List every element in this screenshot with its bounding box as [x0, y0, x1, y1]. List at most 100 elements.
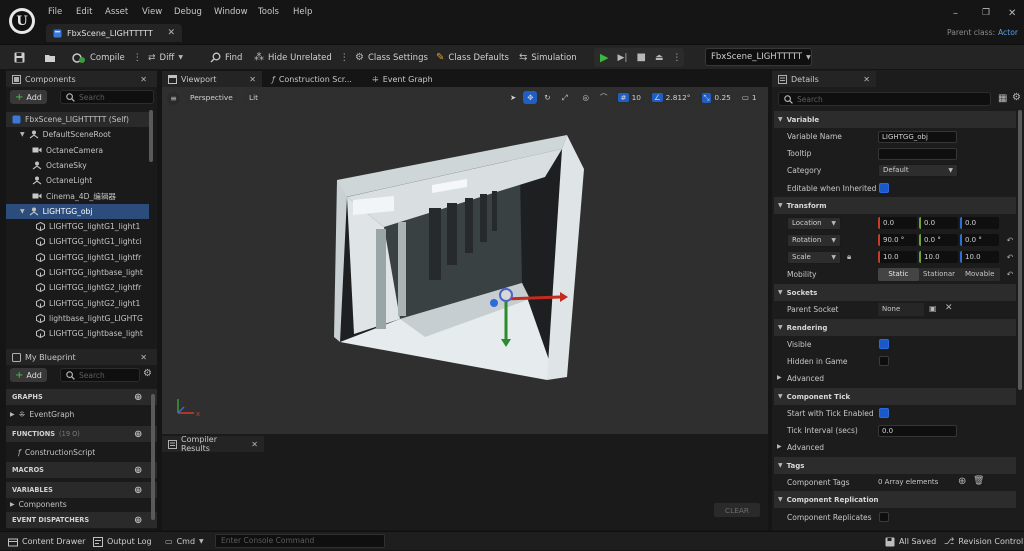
tab-construction-script[interactable]: ƒ Construction Scr... [266, 71, 358, 87]
blueprint-search-input[interactable]: Search [60, 368, 140, 382]
rendering-advanced-row[interactable]: ▶ Advanced [774, 370, 1016, 387]
scale-mode-select[interactable]: Scale ▼ [787, 251, 841, 264]
sockets-section-header[interactable]: ▼ Sockets [774, 284, 1016, 301]
variable-section-header[interactable]: ▼ Variable [774, 111, 1016, 128]
component-item[interactable]: ▼ DefaultSceneRoot [6, 127, 149, 142]
menu-debug[interactable]: Debug [174, 7, 202, 17]
rotation-x-field[interactable]: 90.0 ° [878, 234, 917, 246]
hidden-in-game-checkbox[interactable] [879, 356, 889, 366]
components-scrollbar[interactable] [149, 110, 153, 162]
asset-tab[interactable]: FbxScene_LIGHTTTTT ✕ [46, 24, 182, 42]
step-icon[interactable]: ▶| [617, 53, 627, 63]
components-tab[interactable]: Components ✕ [6, 71, 157, 87]
section-event-dispatchers[interactable]: EVENT DISPATCHERS ⊕ [6, 512, 157, 528]
collapse-arrow-icon[interactable]: ▼ [20, 208, 25, 215]
transform-section-header[interactable]: ▼ Transform [774, 197, 1016, 214]
close-tab-icon[interactable]: ✕ [140, 75, 147, 84]
add-component-button[interactable]: + Add [10, 90, 47, 104]
add-circle-icon[interactable]: ⊕ [134, 465, 142, 476]
tags-section-header[interactable]: ▼ Tags [774, 457, 1016, 474]
menu-window[interactable]: Window [214, 7, 248, 17]
reset-arrow-icon[interactable]: ↶ [1005, 235, 1015, 245]
close-tab-icon[interactable]: ✕ [863, 75, 870, 84]
stop-icon[interactable]: ■ [636, 52, 645, 63]
scale-z-field[interactable]: 10.0 [960, 251, 999, 263]
minimize-icon[interactable]: – [953, 8, 958, 19]
blueprint-scrollbar[interactable] [151, 394, 155, 520]
expand-arrow-icon[interactable]: ▶ [10, 411, 15, 418]
compiler-results-tab[interactable]: Compiler Results ✕ [162, 435, 264, 453]
trash-icon[interactable]: 🗑︎ [973, 476, 984, 486]
event-graph-item[interactable]: ▶ ⁜ EventGraph [10, 407, 74, 422]
component-item[interactable]: LIGHTGG_lightG1_lightci [6, 234, 149, 249]
my-blueprint-tab[interactable]: My Blueprint ✕ [6, 349, 157, 365]
transform-gizmo[interactable] [480, 277, 570, 357]
section-graphs[interactable]: GRAPHS ⊕ [6, 389, 157, 405]
tab-event-graph[interactable]: ⁜ Event Graph [366, 71, 439, 87]
component-item[interactable]: LIGHTGG_lightG2_lightfr [6, 280, 149, 295]
component-item[interactable]: OctaneCamera [6, 143, 149, 158]
component-replicates-checkbox[interactable] [879, 512, 889, 522]
expand-arrow-icon[interactable]: ▶ [10, 501, 15, 508]
scale-x-field[interactable]: 10.0 [878, 251, 917, 263]
component-item[interactable]: OctaneLight [6, 173, 149, 188]
clear-socket-icon[interactable]: ✕ [945, 303, 953, 313]
location-z-field[interactable]: 0.0 [960, 217, 999, 229]
clear-button[interactable]: CLEAR [714, 503, 760, 517]
close-tab-icon[interactable]: ✕ [249, 75, 256, 84]
component-item[interactable]: LIGHTGG_lightbase_light [6, 265, 149, 280]
browse-icon[interactable] [44, 45, 56, 70]
eject-icon[interactable]: ⏏ [655, 53, 664, 63]
browse-socket-icon[interactable]: ▣ [929, 304, 937, 313]
component-tick-section-header[interactable]: ▼ Component Tick [774, 388, 1016, 405]
tick-advanced-row[interactable]: ▶ Advanced [774, 439, 1016, 456]
more-options-icon[interactable]: ⋮ [672, 53, 681, 63]
class-defaults-button[interactable]: ✎ Class Defaults [436, 45, 509, 70]
play-icon[interactable]: ▶ [600, 51, 608, 64]
debug-object-select[interactable]: FbxScene_LIGHTTTTT ▼ [705, 48, 812, 66]
settings-gear-icon[interactable]: ⚙ [143, 368, 152, 379]
visible-checkbox[interactable] [879, 339, 889, 349]
editable-inherited-checkbox[interactable] [879, 183, 889, 193]
menu-asset[interactable]: Asset [105, 7, 128, 17]
parent-socket-field[interactable]: None [878, 303, 924, 316]
category-select[interactable]: Default ▼ [878, 164, 958, 177]
details-settings-icon[interactable]: ⚙ [1012, 92, 1021, 103]
component-item[interactable]: LIGHTGG_lightG1_lightfr [6, 250, 149, 265]
variable-name-field[interactable]: LIGHTGG_obj [878, 131, 957, 143]
component-self-item[interactable]: FbxScene_LIGHTTTTT (Self) [6, 112, 149, 127]
mobility-movable[interactable]: Movable [959, 268, 1000, 281]
component-item[interactable]: Cinema_4D_编辑器 [6, 189, 149, 204]
simulation-button[interactable]: ⇆ Simulation [519, 45, 577, 70]
cmd-select[interactable]: ▭ Cmd ▼ [165, 532, 204, 551]
component-item[interactable]: lightbase_lightG_LIGHTG [6, 311, 149, 326]
component-item[interactable]: LIGHTGG_lightbase_light [6, 326, 149, 341]
add-circle-icon[interactable]: ⊕ [134, 392, 142, 403]
close-tab-icon[interactable]: ✕ [251, 440, 258, 449]
class-settings-button[interactable]: ⚙ Class Settings [355, 45, 428, 70]
console-input[interactable]: Enter Console Command [215, 534, 385, 548]
parent-class-value[interactable]: Actor [998, 28, 1018, 37]
collapse-arrow-icon[interactable]: ▼ [20, 131, 25, 138]
location-x-field[interactable]: 0.0 [878, 217, 917, 229]
section-functions[interactable]: FUNCTIONS (19 O) ⊕ [6, 426, 157, 442]
location-y-field[interactable]: 0.0 [919, 217, 958, 229]
restore-icon[interactable]: ❐ [982, 8, 990, 18]
menu-edit[interactable]: Edit [76, 7, 92, 17]
tick-enabled-checkbox[interactable] [879, 408, 889, 418]
property-matrix-icon[interactable]: ▦ [998, 93, 1007, 104]
details-tab[interactable]: Details ✕ [772, 71, 876, 87]
viewport[interactable]: ≡ Perspective Lit ➤ ✥ ↻ ⤢ ◎ ⌒ #10 ∠ 2.812… [162, 87, 768, 434]
lock-icon[interactable]: 🔒︎ [847, 252, 851, 262]
close-tab-icon[interactable]: ✕ [140, 353, 147, 362]
menu-file[interactable]: File [48, 7, 62, 17]
location-mode-select[interactable]: Location ▼ [787, 217, 841, 230]
more-options-icon[interactable]: ⋮ [133, 53, 142, 63]
rotation-mode-select[interactable]: Rotation ▼ [787, 234, 841, 247]
menu-view[interactable]: View [142, 7, 162, 17]
add-element-icon[interactable]: ⊕ [958, 476, 966, 487]
component-item[interactable]: LIGHTGG_lightG1_light1 [6, 219, 149, 234]
all-saved-indicator[interactable]: All Saved [885, 532, 936, 551]
hide-unrelated-button[interactable]: ⁂ Hide Unrelated ⋮ [254, 45, 349, 70]
component-item[interactable]: LIGHTGG_lightG2_light1 [6, 296, 149, 311]
